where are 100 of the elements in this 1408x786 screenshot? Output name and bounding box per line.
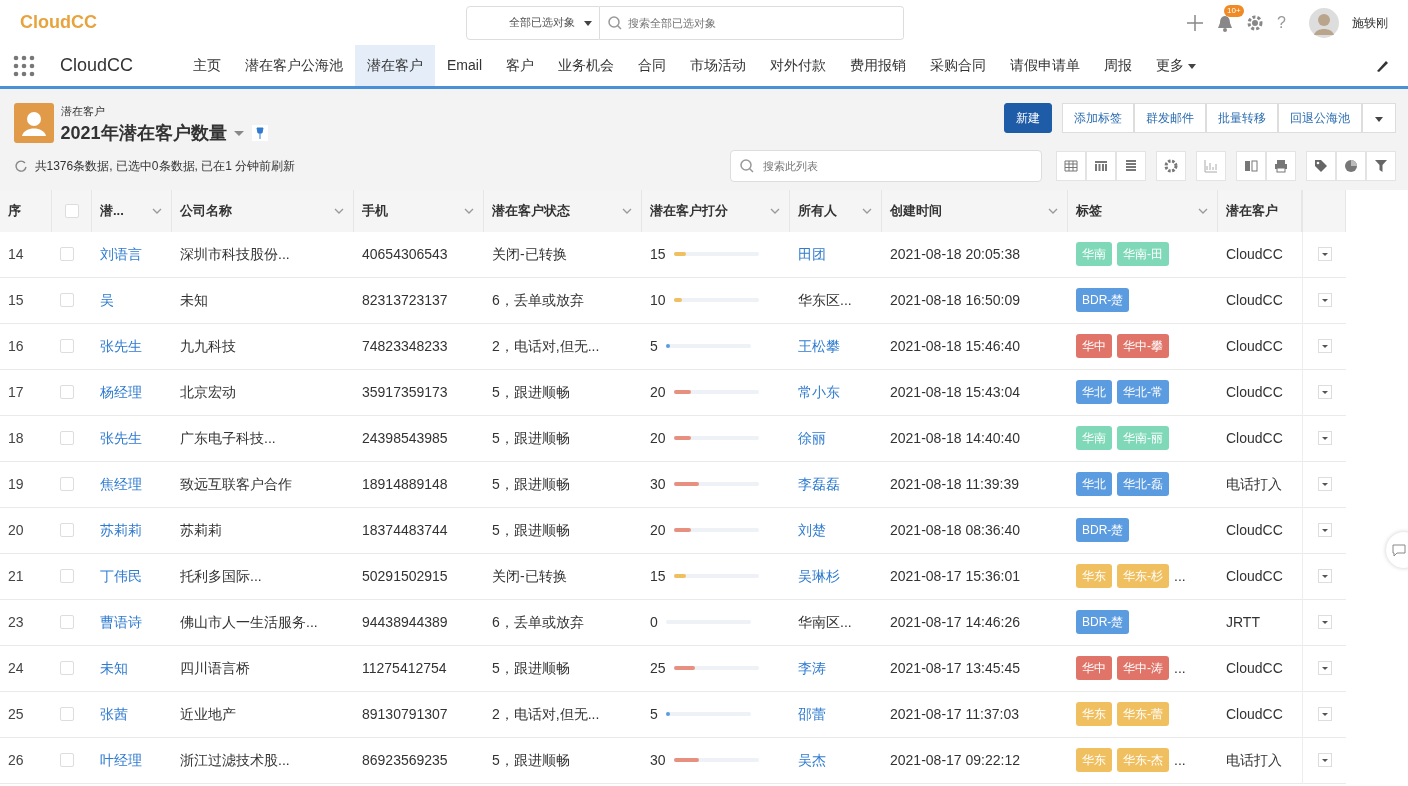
nav-tab[interactable]: 采购合同 xyxy=(918,45,999,86)
pin-icon[interactable] xyxy=(251,125,268,141)
avatar-icon[interactable] xyxy=(1309,7,1339,38)
table-view-button[interactable] xyxy=(1056,150,1086,181)
column-header[interactable]: 标签 xyxy=(1076,201,1102,221)
row-checkbox[interactable] xyxy=(60,661,74,676)
column-header[interactable]: 手机 xyxy=(362,201,388,221)
tag-button[interactable] xyxy=(1306,150,1336,181)
owner-link[interactable]: 吴杰 xyxy=(798,749,826,771)
search-input[interactable]: 搜索全部已选对象 xyxy=(626,7,903,38)
nav-tab[interactable]: 客户 xyxy=(494,45,547,86)
row-menu-button[interactable] xyxy=(1317,707,1332,722)
row-menu-button[interactable] xyxy=(1317,247,1332,262)
app-launcher-icon[interactable] xyxy=(12,53,36,78)
nav-tab[interactable]: Email xyxy=(435,45,495,86)
caret-icon[interactable] xyxy=(233,128,246,138)
more-actions-button[interactable] xyxy=(1362,103,1396,133)
search-field[interactable]: 搜索全部已选对象 xyxy=(600,5,904,40)
list-search-field[interactable]: 搜索此列表 xyxy=(730,149,1042,182)
action-button[interactable]: 添加标签 xyxy=(1062,103,1134,133)
settings-icon[interactable] xyxy=(1246,13,1265,32)
nav-tab[interactable]: 市场活动 xyxy=(678,45,759,86)
nav-tab[interactable]: 周报 xyxy=(1092,45,1145,86)
lead-name-link[interactable]: 张茜 xyxy=(100,703,128,725)
company-name: 四川语言桥 xyxy=(180,658,250,678)
row-checkbox[interactable] xyxy=(60,293,74,308)
lead-name-link[interactable]: 刘语言 xyxy=(100,243,142,265)
row-checkbox[interactable] xyxy=(60,615,74,630)
row-menu-button[interactable] xyxy=(1317,523,1332,538)
row-checkbox[interactable] xyxy=(60,385,74,400)
lead-name-link[interactable]: 吴 xyxy=(100,289,114,311)
lead-name-link[interactable]: 叶经理 xyxy=(100,749,142,771)
list-view-button[interactable] xyxy=(1116,150,1146,181)
row-menu-button[interactable] xyxy=(1317,477,1332,492)
owner-link[interactable]: 邵蕾 xyxy=(798,703,826,725)
owner-link[interactable]: 田团 xyxy=(798,243,826,265)
select-all-checkbox[interactable] xyxy=(64,203,79,218)
nav-tab[interactable]: 合同 xyxy=(626,45,679,86)
row-checkbox[interactable] xyxy=(60,477,74,492)
row-menu-button[interactable] xyxy=(1317,431,1332,446)
row-menu-button[interactable] xyxy=(1317,753,1332,768)
nav-tab[interactable]: 潜在客户 xyxy=(355,45,436,86)
row-checkbox[interactable] xyxy=(60,247,74,262)
lead-name-link[interactable]: 曹语诗 xyxy=(100,611,142,633)
owner-link[interactable]: 吴琳杉 xyxy=(798,565,840,587)
nav-tab[interactable]: 对外付款 xyxy=(758,45,839,86)
row-menu-button[interactable] xyxy=(1317,385,1332,400)
lead-name-link[interactable]: 苏莉莉 xyxy=(100,519,142,541)
owner-link[interactable]: 刘楚 xyxy=(798,519,826,541)
pie-chart-button[interactable] xyxy=(1336,150,1366,181)
row-checkbox[interactable] xyxy=(60,753,74,768)
action-button[interactable]: 批量转移 xyxy=(1206,103,1278,133)
row-menu-button[interactable] xyxy=(1317,569,1332,584)
lead-name-link[interactable]: 焦经理 xyxy=(100,473,142,495)
lead-name-link[interactable]: 杨经理 xyxy=(100,381,142,403)
owner-link[interactable]: 徐丽 xyxy=(798,427,826,449)
nav-tab[interactable]: 请假申请单 xyxy=(998,45,1093,86)
bell-icon[interactable] xyxy=(1217,14,1234,33)
row-menu-button[interactable] xyxy=(1317,339,1332,354)
owner-link[interactable]: 李磊磊 xyxy=(798,473,840,495)
row-checkbox[interactable] xyxy=(60,569,74,584)
scope-dropdown[interactable]: 全部已选对象 xyxy=(466,5,600,40)
row-checkbox[interactable] xyxy=(60,707,74,722)
nav-tab[interactable]: 费用报销 xyxy=(838,45,919,86)
column-header[interactable]: 所有人 xyxy=(798,201,837,221)
row-checkbox[interactable] xyxy=(60,523,74,538)
owner-link[interactable]: 李涛 xyxy=(798,657,826,679)
action-button[interactable]: 新建 xyxy=(1004,103,1052,133)
nav-tab[interactable]: 潜在客户公海池 xyxy=(233,45,356,86)
row-menu-button[interactable] xyxy=(1317,293,1332,308)
user-name[interactable]: 施轶刚 xyxy=(1352,13,1388,32)
lead-name-link[interactable]: 丁伟民 xyxy=(100,565,142,587)
lead-name-link[interactable]: 张先生 xyxy=(100,427,142,449)
action-button[interactable]: 回退公海池 xyxy=(1278,103,1362,133)
phone-number: 89130791307 xyxy=(362,704,448,724)
plus-icon[interactable] xyxy=(1186,13,1205,32)
column-header[interactable]: 公司名称 xyxy=(180,201,232,221)
column-header[interactable]: 潜... xyxy=(100,201,124,221)
row-number: 26 xyxy=(8,750,24,770)
filter-button[interactable] xyxy=(1366,150,1396,181)
row-menu-button[interactable] xyxy=(1317,661,1332,676)
column-header[interactable]: 创建时间 xyxy=(890,201,942,221)
split-view-button[interactable] xyxy=(1236,150,1266,181)
column-view-button[interactable] xyxy=(1086,150,1116,181)
lead-status: 5，跟进顺畅 xyxy=(492,658,570,678)
refresh-icon[interactable] xyxy=(14,158,28,173)
action-button[interactable]: 群发邮件 xyxy=(1134,103,1206,133)
row-menu-button[interactable] xyxy=(1317,615,1332,630)
owner-link[interactable]: 王松攀 xyxy=(798,335,840,357)
settings-button[interactable] xyxy=(1156,150,1186,181)
nav-tab[interactable]: 主页 xyxy=(181,45,234,86)
row-checkbox[interactable] xyxy=(60,339,74,354)
nav-tab[interactable]: 更多 xyxy=(1144,45,1210,86)
more-tags-marker: ... xyxy=(1174,750,1186,770)
print-button[interactable] xyxy=(1266,150,1296,181)
owner-link[interactable]: 常小东 xyxy=(798,381,840,403)
lead-name-link[interactable]: 张先生 xyxy=(100,335,142,357)
nav-tab[interactable]: 业务机会 xyxy=(546,45,627,86)
row-checkbox[interactable] xyxy=(60,431,74,446)
lead-name-link[interactable]: 未知 xyxy=(100,657,128,679)
